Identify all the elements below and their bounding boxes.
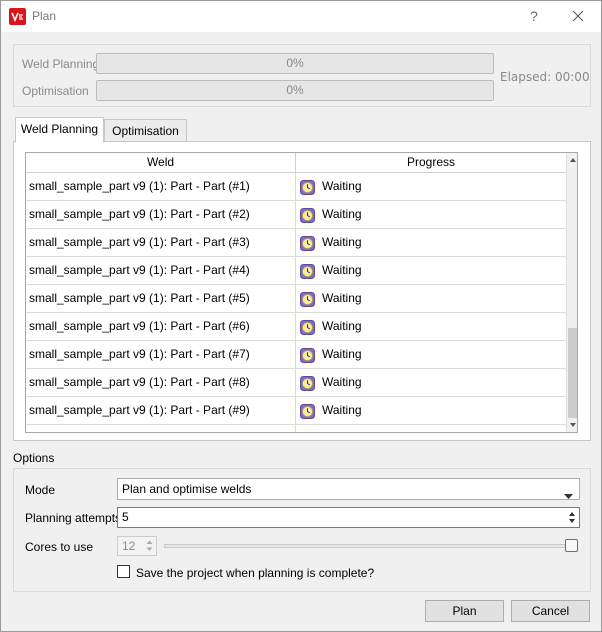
weld-name: small_sample_part v9 (1): Part - Part (#…: [26, 313, 296, 340]
tab-weld-planning[interactable]: Weld Planning: [15, 117, 104, 143]
clock-icon: [300, 402, 315, 419]
table-row[interactable]: small_sample_part v9 (1): Part - Part (#…: [26, 341, 566, 369]
cores-slider-track[interactable]: [164, 544, 574, 548]
weld-status-text: Waiting: [322, 263, 362, 277]
optimisation-progress-bar: 0%: [96, 80, 494, 101]
optimisation-progress-label: Optimisation: [22, 84, 89, 98]
weld-name: small_sample_part v9 (1): Part - Part (#…: [26, 173, 296, 200]
weld-name: small_sample_part v9 (1): Part - Part (#…: [26, 257, 296, 284]
clock-icon: [300, 430, 315, 432]
spin-arrows-icon[interactable]: [565, 508, 579, 527]
weld-name: small_sample_part v9 (1): Part - Part (#…: [26, 397, 296, 424]
weld-status: Waiting: [296, 341, 566, 368]
weld-status-text: Waiting: [322, 375, 362, 389]
weld-status-text: Waiting: [322, 179, 362, 193]
table-scrollbar[interactable]: [566, 153, 577, 432]
weld-status: Waiting: [296, 285, 566, 312]
cores-value: 12: [122, 539, 136, 553]
weld-status-text: Waiting: [322, 291, 362, 305]
weld-status-text: Waiting: [322, 347, 362, 361]
table-row[interactable]: small_sample_part v9 (1): Part - Part (#…: [26, 313, 566, 341]
weld-table: Weld Progress small_sample_part v9 (1): …: [25, 152, 578, 433]
plan-button[interactable]: Plan: [425, 600, 504, 622]
tab-optimisation[interactable]: Optimisation: [104, 119, 187, 143]
weld-status: Waiting: [296, 313, 566, 340]
weld-planning-progress-bar: 0%: [96, 53, 494, 74]
plan-dialog: Plan ? Weld Planning 0% Optimisation 0% …: [0, 0, 602, 632]
cores-stepper: 12: [117, 536, 157, 556]
weld-status: Waiting: [296, 369, 566, 396]
planning-attempts-label: Planning attempts: [25, 511, 122, 525]
overall-progress-group: Weld Planning 0% Optimisation 0% Elapsed…: [13, 44, 591, 107]
save-project-label[interactable]: Save the project when planning is comple…: [136, 566, 374, 580]
weld-name: small_sample_part v9 (1): Part - Part (#…: [26, 285, 296, 312]
mode-label: Mode: [25, 483, 56, 497]
table-row[interactable]: small_sample_part v9 (1): Part - Part (#…: [26, 285, 566, 313]
cores-slider-handle[interactable]: [565, 539, 578, 552]
weld-status: Waiting: [296, 397, 566, 424]
weld-status: Waiting: [296, 173, 566, 200]
weld-name: small_sample_part v9 (1): Part - Part (#…: [26, 369, 296, 396]
weld-status-text: Waiting: [322, 235, 362, 249]
weld-status: Waiting: [296, 201, 566, 228]
weld-status-text: Waiting: [322, 207, 362, 221]
weld-status-text: Waiting: [322, 403, 362, 417]
close-icon: [572, 10, 584, 22]
chevron-down-icon: [564, 486, 573, 506]
table-header: Weld Progress: [26, 153, 566, 173]
window-title: Plan: [32, 9, 57, 23]
table-row[interactable]: small_sample_part v9 (1): Part - Part (#…: [26, 229, 566, 257]
close-button[interactable]: [566, 5, 590, 27]
column-header-progress[interactable]: Progress: [296, 153, 566, 172]
clock-icon: [300, 206, 315, 223]
cancel-button[interactable]: Cancel: [511, 600, 590, 622]
weld-status: Waiting: [296, 229, 566, 256]
clock-icon: [300, 346, 315, 363]
table-row[interactable]: [26, 425, 566, 432]
clock-icon: [300, 290, 315, 307]
options-group: Mode Plan and optimise welds Planning at…: [13, 468, 591, 592]
app-logo-icon: [9, 8, 26, 25]
mode-select-value: Plan and optimise welds: [122, 482, 252, 496]
title-bar: Plan ?: [1, 1, 601, 32]
weld-status: Waiting: [296, 257, 566, 284]
scrollbar-thumb[interactable]: [568, 328, 577, 418]
mode-select[interactable]: Plan and optimise welds: [117, 478, 580, 500]
clock-icon: [300, 318, 315, 335]
table-row[interactable]: small_sample_part v9 (1): Part - Part (#…: [26, 257, 566, 285]
weld-status: [296, 425, 566, 432]
clock-icon: [300, 234, 315, 251]
help-button[interactable]: ?: [523, 5, 545, 27]
elapsed-time: Elapsed: 00:00: [500, 70, 590, 84]
column-header-weld[interactable]: Weld: [26, 153, 296, 172]
scroll-down-icon[interactable]: [567, 418, 577, 432]
cores-label: Cores to use: [25, 540, 94, 554]
weld-status-text: Waiting: [322, 319, 362, 333]
table-body: small_sample_part v9 (1): Part - Part (#…: [26, 173, 566, 432]
options-group-label: Options: [13, 451, 55, 465]
scroll-up-icon[interactable]: [567, 153, 577, 167]
weld-name: [26, 425, 296, 432]
weld-planning-progress-label: Weld Planning: [22, 57, 100, 71]
weld-name: small_sample_part v9 (1): Part - Part (#…: [26, 229, 296, 256]
clock-icon: [300, 374, 315, 391]
clock-icon: [300, 262, 315, 279]
table-row[interactable]: small_sample_part v9 (1): Part - Part (#…: [26, 369, 566, 397]
spin-arrows-icon: [143, 537, 156, 555]
planning-attempts-value: 5: [122, 510, 129, 524]
table-row[interactable]: small_sample_part v9 (1): Part - Part (#…: [26, 173, 566, 201]
clock-icon: [300, 178, 315, 195]
table-row[interactable]: small_sample_part v9 (1): Part - Part (#…: [26, 201, 566, 229]
planning-attempts-stepper[interactable]: 5: [117, 507, 580, 528]
weld-planning-panel: Weld Progress small_sample_part v9 (1): …: [13, 141, 591, 441]
weld-name: small_sample_part v9 (1): Part - Part (#…: [26, 201, 296, 228]
table-row[interactable]: small_sample_part v9 (1): Part - Part (#…: [26, 397, 566, 425]
weld-name: small_sample_part v9 (1): Part - Part (#…: [26, 341, 296, 368]
save-project-checkbox[interactable]: [117, 565, 130, 578]
